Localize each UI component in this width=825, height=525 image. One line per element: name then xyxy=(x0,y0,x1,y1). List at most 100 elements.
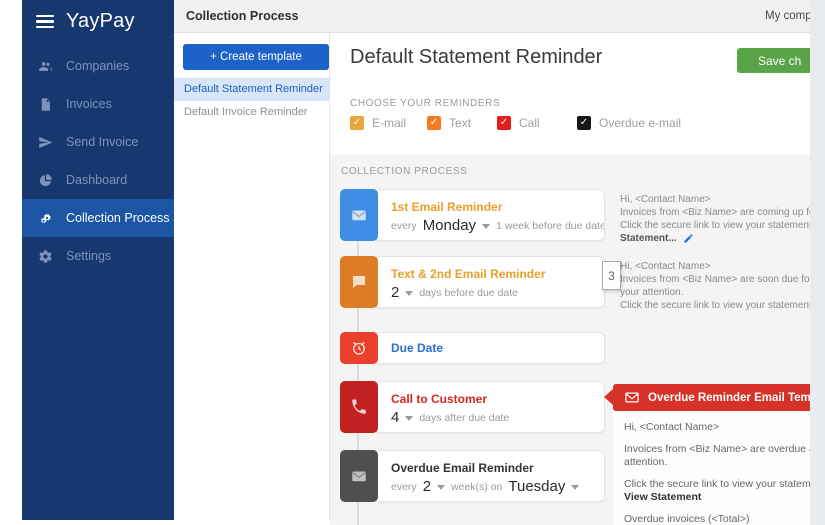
step-card-overdue-email[interactable]: Overdue Email Reminder every 2 week(s) o… xyxy=(374,450,605,502)
chevron-down-icon[interactable] xyxy=(571,485,580,490)
sidebar: YayPay Companies Invoices Send Invoice D… xyxy=(22,0,174,520)
checkbox-checked-icon[interactable]: ✓ xyxy=(350,116,364,130)
arrow-left-icon xyxy=(604,389,613,405)
step-title: Text & 2nd Email Reminder xyxy=(391,267,546,281)
sidebar-item-companies[interactable]: Companies xyxy=(22,47,174,85)
step-icon-text xyxy=(340,256,378,308)
step-title: Call to Customer xyxy=(391,392,488,406)
checkbox-label: Call xyxy=(519,116,540,130)
preview-line: Hi, <Contact Name> xyxy=(620,261,711,272)
create-template-button[interactable]: + Create template xyxy=(183,44,329,70)
sidebar-item-label: Dashboard xyxy=(66,173,128,187)
preview-line: Click the secure link to view your state… xyxy=(620,220,810,231)
chat-bubble-icon xyxy=(353,276,365,288)
sidebar-item-label: Collection Process xyxy=(66,211,170,225)
checkbox-label: Overdue e-mail xyxy=(599,116,682,130)
checkbox-checked-icon[interactable]: ✓ xyxy=(577,116,591,130)
app-screen: YayPay Companies Invoices Send Invoice D… xyxy=(0,0,825,525)
step-icon-overdue-email xyxy=(340,450,378,502)
page-title: Collection Process xyxy=(186,9,299,23)
view-statement-link[interactable]: View Statement xyxy=(624,491,810,504)
step-icon-due-date xyxy=(340,332,378,364)
checkbox-checked-icon[interactable]: ✓ xyxy=(427,116,441,130)
days-select-value[interactable]: 2 xyxy=(391,284,399,301)
edit-pencil-icon[interactable] xyxy=(683,233,694,244)
app-logo: YayPay xyxy=(66,10,135,32)
checkbox-text[interactable]: ✓ Text xyxy=(427,116,471,130)
day-select-value[interactable]: Tuesday xyxy=(508,478,565,495)
step-title: 1st Email Reminder xyxy=(391,200,503,214)
step-icon-email xyxy=(340,189,378,241)
choose-reminders-label: CHOOSE YOUR REMINDERS xyxy=(350,98,501,109)
step-card-due-date[interactable]: Due Date xyxy=(374,332,605,364)
alarm-clock-icon xyxy=(353,341,365,355)
chevron-down-icon[interactable] xyxy=(405,416,414,421)
gear-icon xyxy=(39,249,52,263)
step-post-text: 1 week before due date xyxy=(496,219,605,232)
collection-process-label: COLLECTION PROCESS xyxy=(341,166,468,177)
template-item-invoice-reminder[interactable]: Default Invoice Reminder xyxy=(174,101,330,124)
checkbox-label: E-mail xyxy=(372,116,407,130)
sidebar-item-label: Settings xyxy=(66,249,112,263)
phone-icon xyxy=(352,399,366,414)
chevron-down-icon[interactable] xyxy=(405,291,414,296)
sidebar-item-label: Invoices xyxy=(66,97,112,111)
sidebar-item-settings[interactable]: Settings xyxy=(22,237,174,275)
step-pre-text: every xyxy=(391,219,417,232)
overdue-body-line: Click the secure link to view your state… xyxy=(624,478,810,490)
preview-line: Invoices from <Biz Name> are soon due fo… xyxy=(620,274,810,285)
step-card-call-customer[interactable]: Call to Customer 4 days after due date xyxy=(374,381,605,433)
chevron-down-icon[interactable] xyxy=(482,224,491,229)
sidebar-item-invoices[interactable]: Invoices xyxy=(22,85,174,123)
step-pre-text: every xyxy=(391,480,417,493)
overdue-template-header: Overdue Reminder Email Template xyxy=(604,384,825,411)
overdue-body-line: Invoices from <Biz Name> are overdue an xyxy=(624,443,810,455)
step-icon-call xyxy=(340,381,378,433)
overdue-body-line: Hi, <Contact Name> xyxy=(624,421,720,433)
envelope-outline-icon xyxy=(625,392,639,403)
topbar: Collection Process My compan xyxy=(174,0,810,33)
template-item-statement-reminder[interactable]: Default Statement Reminder xyxy=(174,78,330,101)
pie-chart-icon xyxy=(39,173,52,186)
cogs-icon xyxy=(40,213,51,223)
checkbox-call[interactable]: ✓ Call xyxy=(497,116,540,130)
step-card-text-2nd-email[interactable]: Text & 2nd Email Reminder 2 days before … xyxy=(374,256,605,308)
preview-line: Invoices from <Biz Name> are coming up f… xyxy=(620,207,810,218)
step-title: Due Date xyxy=(391,341,444,355)
viewport-bottom-strip xyxy=(0,520,330,525)
template-title: Default Statement Reminder xyxy=(350,46,603,68)
template-list-panel: + Create template Default Statement Remi… xyxy=(174,33,330,525)
days-select-value[interactable]: 4 xyxy=(391,409,399,426)
hamburger-menu-icon[interactable] xyxy=(36,14,54,29)
sidebar-item-collection-process[interactable]: Collection Process xyxy=(22,199,174,237)
checkbox-email[interactable]: ✓ E-mail xyxy=(350,116,406,130)
email-preview-second: Hi, <Contact Name> Invoices from <Biz Na… xyxy=(620,260,810,312)
people-icon xyxy=(39,61,52,71)
day-select-value[interactable]: Monday xyxy=(423,217,476,234)
viewport-edge-strip xyxy=(810,0,825,525)
collection-process-panel: COLLECTION PROCESS 1st Email Reminder ev… xyxy=(330,155,825,525)
overdue-body-line: Overdue invoices (<Total>) xyxy=(624,513,750,525)
overdue-body-line: attention. xyxy=(624,456,668,468)
account-menu[interactable]: My compan xyxy=(765,10,810,22)
logo-row: YayPay xyxy=(36,10,135,33)
paper-plane-icon xyxy=(39,136,53,148)
envelope-icon xyxy=(352,210,366,221)
preview-line: Hi, <Contact Name> xyxy=(620,194,711,205)
weeks-select-value[interactable]: 2 xyxy=(423,478,431,495)
overdue-header-title: Overdue Reminder Email Template xyxy=(648,391,825,404)
statement-link[interactable]: Statement... xyxy=(620,232,677,245)
chevron-down-icon[interactable] xyxy=(437,485,446,490)
checkbox-checked-icon[interactable]: ✓ xyxy=(497,116,511,130)
preview-line: your attention. xyxy=(620,287,684,298)
stray-counter-badge: 3 xyxy=(602,261,621,290)
email-preview-first: Hi, <Contact Name> Invoices from <Biz Na… xyxy=(620,193,810,245)
checkbox-label: Text xyxy=(449,116,472,130)
sidebar-item-dashboard[interactable]: Dashboard xyxy=(22,161,174,199)
step-card-1st-email[interactable]: 1st Email Reminder every Monday 1 week b… xyxy=(374,189,605,241)
checkbox-overdue-email[interactable]: ✓ Overdue e-mail xyxy=(577,116,681,130)
sidebar-item-send-invoice[interactable]: Send Invoice xyxy=(22,123,174,161)
envelope-icon xyxy=(352,471,366,482)
step-post-text: days after due date xyxy=(419,411,510,424)
step-title: Overdue Email Reminder xyxy=(391,461,534,475)
